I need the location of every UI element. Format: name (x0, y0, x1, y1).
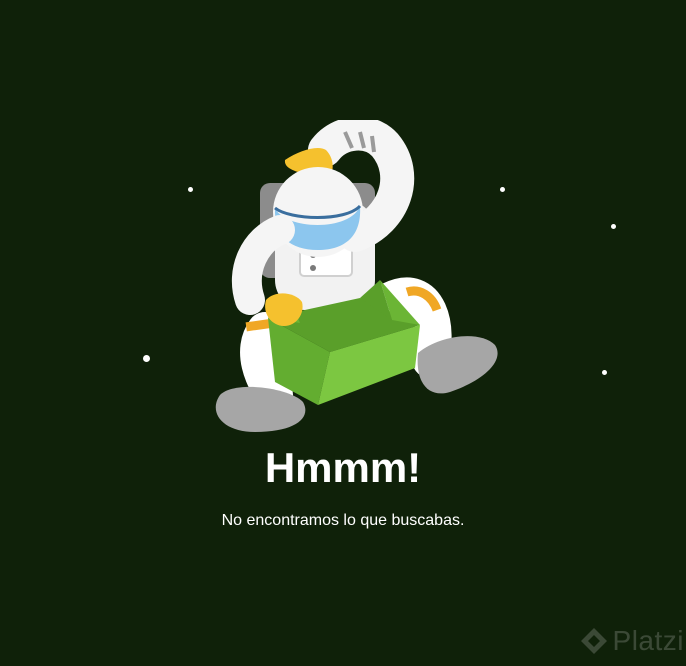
watermark-text: Platzi (612, 625, 684, 656)
star-dot (602, 370, 607, 375)
platzi-watermark: Platzi (579, 625, 684, 656)
astronaut-with-box-illustration (215, 120, 498, 432)
page-title: Hmmm! (264, 444, 422, 491)
platzi-logo-icon (580, 628, 607, 654)
star-dot (611, 224, 616, 229)
error-page: Hmmm! No encontramos lo que buscabas. Pl… (0, 0, 686, 666)
star-dot (143, 355, 150, 362)
error-message: No encontramos lo que buscabas. (221, 512, 465, 529)
star-dot (188, 187, 193, 192)
